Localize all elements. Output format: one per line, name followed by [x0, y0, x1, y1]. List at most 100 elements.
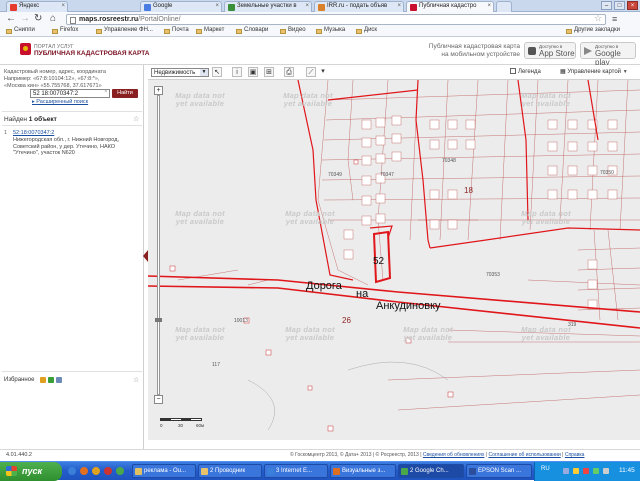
legend-toggle[interactable]: Легенда — [510, 68, 541, 75]
add-icon[interactable] — [48, 377, 54, 383]
close-tab-icon[interactable]: × — [397, 3, 401, 9]
reload-icon[interactable]: ↻ — [34, 14, 42, 24]
firefox-quicklaunch-icon[interactable] — [80, 467, 88, 475]
cadastral-map[interactable]: + − Map data not yet available Map data … — [148, 80, 640, 440]
map-canvas[interactable] — [148, 80, 640, 440]
bookmark-music[interactable]: Музыка — [316, 27, 345, 34]
opera-quicklaunch-icon[interactable] — [104, 467, 112, 475]
bookmark-video[interactable]: Видео — [280, 27, 306, 34]
chrome-quicklaunch-icon[interactable] — [116, 467, 124, 475]
speaker-icon[interactable] — [573, 468, 579, 474]
rosreestr-logo-icon[interactable] — [20, 43, 31, 55]
tab-yandex[interactable]: Яндекс × — [6, 1, 68, 12]
parcel-label: 70350 — [600, 170, 614, 176]
scale-bar-graphic — [160, 418, 202, 421]
bookmark-star-icon[interactable]: ☆ — [594, 13, 602, 24]
new-tab-button[interactable] — [496, 1, 512, 12]
home-icon[interactable]: ⌂ — [50, 14, 56, 24]
terms-link[interactable]: Соглашение об использовании — [488, 452, 560, 458]
task-explorer[interactable]: 2 Проводник — [198, 464, 262, 478]
bookmark-market[interactable]: Маркет — [196, 27, 224, 34]
google-favicon-icon — [144, 4, 151, 11]
language-indicator[interactable]: RU — [541, 466, 550, 472]
help-link[interactable]: Справка — [565, 452, 585, 458]
zoom-out-icon[interactable]: − — [154, 395, 163, 404]
url-domain: maps.rosreestr.ru — [79, 16, 139, 23]
zoom-slider-handle[interactable] — [155, 318, 162, 322]
result-cadastral-link[interactable]: 52:18:0070347:2 — [13, 130, 54, 137]
zoom-control: + − — [154, 86, 163, 404]
minimize-icon[interactable]: – — [601, 1, 612, 10]
outlook-icon — [135, 468, 142, 475]
chevron-down-icon[interactable]: ▾ — [318, 67, 328, 77]
usb-icon[interactable] — [603, 468, 609, 474]
tab-label: Публичная кадастро — [419, 3, 477, 9]
browser-menu-icon[interactable]: ≡ — [612, 14, 617, 24]
mobile-promo: Публичная кадастровая карта на мобильном… — [400, 43, 520, 59]
clear-search-icon[interactable]: × — [104, 89, 108, 95]
update-icon[interactable] — [593, 468, 599, 474]
tab-irr[interactable]: IRR.ru - подать объяв × — [314, 1, 404, 12]
address-bar[interactable]: maps.rosreestr.ru/PortalOnline/ — [66, 14, 606, 25]
bookmark-other[interactable]: Другие закладки — [566, 27, 620, 34]
bookmark-firefox[interactable]: Firefox — [52, 27, 78, 34]
task-internet-explorer[interactable]: 3 Internet E... — [264, 464, 328, 478]
close-window-icon[interactable]: × — [627, 1, 638, 10]
info-tool-icon[interactable]: i — [232, 67, 242, 77]
tab-label: Google — [153, 3, 173, 9]
task-visual-bookmarks[interactable]: Визуальные з... — [330, 464, 396, 478]
bookmark-label: Видео — [288, 27, 306, 33]
zoom-in-icon[interactable]: + — [154, 86, 163, 95]
task-outlook[interactable]: реклама - Ou... — [132, 464, 196, 478]
favorites-star-icon[interactable]: ☆ — [133, 376, 139, 384]
tab-google[interactable]: Google × — [140, 1, 222, 12]
road-label: Анкудиновку — [376, 300, 441, 312]
layer-select[interactable]: Недвижимость ▼ — [151, 68, 209, 77]
site-title[interactable]: ПУБЛИЧНАЯ КАДАСТРОВАЯ КАРТА — [34, 50, 149, 57]
close-tab-icon[interactable]: × — [487, 3, 491, 9]
network-icon[interactable] — [563, 468, 569, 474]
bookmark-dictionaries[interactable]: Словари — [236, 27, 268, 34]
tab-cadastral-map[interactable]: Публичная кадастро × — [406, 1, 494, 12]
folder-icon — [280, 29, 286, 34]
task-google-chrome[interactable]: 2 Google Ch... — [398, 464, 464, 478]
app-store-badge[interactable]: Доступно в App Store — [524, 42, 576, 59]
windows-logo-icon — [6, 466, 17, 476]
results-count: Найден 1 объект — [4, 116, 57, 123]
ie-quicklaunch-icon[interactable] — [68, 467, 76, 475]
task-epson-scan[interactable]: EPSON Scan ... — [466, 464, 532, 478]
close-tab-icon[interactable]: × — [305, 3, 309, 9]
map-control-menu[interactable]: ▦ Управление картой ▼ — [560, 68, 628, 75]
export-icon[interactable] — [56, 377, 62, 383]
select-area-tool-icon[interactable]: ▣ — [248, 67, 258, 77]
bookmark-mail[interactable]: Почта — [164, 27, 189, 34]
bookmark-fns[interactable]: Управление ФН... — [96, 27, 153, 34]
google-play-badge[interactable]: Доступно в Google play — [580, 42, 636, 67]
back-icon[interactable]: ← — [6, 14, 16, 24]
bookmark-disk[interactable]: Диск — [356, 27, 377, 34]
antivirus-icon[interactable] — [583, 468, 589, 474]
close-tab-icon[interactable]: × — [215, 3, 219, 9]
search-input[interactable]: 52 18:0070347:2 — [30, 89, 110, 98]
pointer-tool-icon[interactable]: ↖ — [212, 67, 222, 77]
updates-link[interactable]: Сведения об обновлениях — [423, 452, 484, 458]
tab-land-plots[interactable]: Земельные участки в × — [224, 1, 312, 12]
ruler-tool-icon[interactable]: ⟋ — [306, 67, 316, 77]
measure-tool-icon[interactable]: ⊞ — [264, 67, 274, 77]
advanced-search-link[interactable]: ▸ Расширенный поиск — [32, 99, 88, 105]
close-tab-icon[interactable]: × — [61, 3, 65, 9]
forward-icon[interactable]: → — [20, 14, 30, 24]
print-tool-icon[interactable]: ⎙ — [284, 67, 294, 77]
folder-icon[interactable] — [40, 377, 46, 383]
zoom-slider[interactable] — [155, 95, 162, 395]
media-quicklaunch-icon[interactable] — [92, 467, 100, 475]
start-button[interactable]: пуск — [0, 462, 62, 481]
favorite-star-icon[interactable]: ☆ — [133, 115, 139, 123]
legend-checkbox[interactable] — [510, 68, 516, 74]
maximize-icon[interactable]: □ — [614, 1, 625, 10]
play-icon — [584, 47, 592, 55]
search-button[interactable]: Найти — [112, 89, 138, 98]
site-header: ПОРТАЛ УСЛУГ ПУБЛИЧНАЯ КАДАСТРОВАЯ КАРТА… — [0, 37, 640, 67]
app-version: 4.01.440.2 — [6, 452, 32, 458]
bookmark-snippi[interactable]: Сниппи — [6, 27, 35, 34]
